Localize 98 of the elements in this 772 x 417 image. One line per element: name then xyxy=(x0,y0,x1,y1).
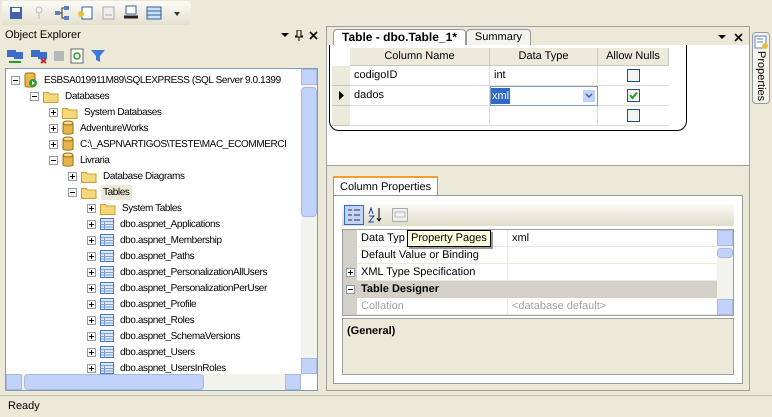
tree-item[interactable]: dbo.aspnet_PersonalizationAllUsers xyxy=(118,264,270,280)
disconnect-icon[interactable] xyxy=(30,48,48,64)
table-cell[interactable] xyxy=(490,106,598,126)
table-icon xyxy=(100,234,114,246)
tree-item[interactable]: dbo.aspnet_Roles xyxy=(118,312,196,328)
table-icon xyxy=(100,266,114,278)
folder-icon xyxy=(100,202,116,214)
server-icon xyxy=(24,72,38,88)
database-icon xyxy=(62,152,74,168)
table-cell[interactable] xyxy=(350,106,490,126)
column-header[interactable]: Data Type xyxy=(490,48,598,66)
row-selector[interactable] xyxy=(332,86,350,106)
current-row-icon xyxy=(338,91,344,100)
tree-item[interactable]: dbo.aspnet_PersonalizationPerUser xyxy=(118,280,269,296)
expand-icon[interactable] xyxy=(87,268,96,276)
table-icon xyxy=(100,250,114,262)
database-icon xyxy=(62,120,74,136)
folder-icon xyxy=(81,170,97,182)
checkbox[interactable] xyxy=(627,69,640,82)
tree-item[interactable]: System Tables xyxy=(120,200,184,216)
expand-icon[interactable] xyxy=(87,332,96,340)
table-icon xyxy=(100,282,114,294)
collapse-icon[interactable] xyxy=(11,76,20,84)
folder-icon xyxy=(62,106,78,118)
folder-icon xyxy=(43,90,59,102)
expand-icon[interactable] xyxy=(87,364,96,372)
expand-icon[interactable] xyxy=(87,252,96,260)
tree-item[interactable]: C:\_ASPN\ARTIGOS\TESTE\MAC_ECOMMERCI xyxy=(78,136,289,152)
tree-item[interactable]: System Databases xyxy=(82,104,164,120)
tree-item[interactable]: ESBSA019911M89\SQLEXPRESS (SQL Server 9.0.1399 xyxy=(42,72,283,88)
table-icon xyxy=(100,218,114,230)
document-tab[interactable]: Table - dbo.Table_1* xyxy=(333,29,466,45)
tree-item[interactable]: AdventureWorks xyxy=(78,120,150,136)
side-tab[interactable]: Properties xyxy=(752,32,770,104)
expand-icon[interactable] xyxy=(87,236,96,244)
property-value[interactable]: xml xyxy=(508,230,530,246)
property-name[interactable]: Data Typ xyxy=(357,230,405,246)
expand-icon[interactable] xyxy=(68,172,77,180)
data-type-dropdown[interactable]: xml xyxy=(490,86,598,106)
connect-icon[interactable] xyxy=(6,48,24,64)
column-header[interactable]: Column Name xyxy=(350,48,490,66)
vertical-scrollbar[interactable] xyxy=(717,230,733,315)
database-icon xyxy=(62,136,74,152)
filter-icon[interactable] xyxy=(90,48,106,64)
description-title: (General) xyxy=(347,325,396,337)
expand-icon[interactable] xyxy=(49,124,58,132)
table-icon xyxy=(100,346,114,358)
tree-item[interactable]: Livraria xyxy=(78,152,112,168)
close-icon[interactable] xyxy=(309,30,318,40)
status-text: Ready xyxy=(8,399,40,414)
tree-item[interactable]: Databases xyxy=(63,88,112,104)
expand-icon[interactable] xyxy=(87,220,96,228)
table-icon xyxy=(100,298,114,310)
horizontal-scrollbar[interactable] xyxy=(6,374,301,390)
dropdown-caret-icon[interactable] xyxy=(281,32,289,38)
expand-icon[interactable] xyxy=(346,268,354,277)
expand-icon[interactable] xyxy=(87,348,96,356)
collapse-icon[interactable] xyxy=(68,188,77,196)
tree-item[interactable]: dbo.aspnet_Membership xyxy=(118,232,224,248)
checkbox[interactable] xyxy=(627,109,640,122)
refresh-icon[interactable] xyxy=(70,48,84,64)
tree-item[interactable]: dbo.aspnet_UsersInRoles xyxy=(118,360,228,374)
categorized-icon[interactable] xyxy=(344,205,364,225)
tree-item[interactable]: dbo.aspnet_Paths xyxy=(118,248,196,264)
close-icon[interactable] xyxy=(734,32,743,42)
table-cell[interactable]: codigoID xyxy=(350,66,490,86)
panel-tab[interactable]: Column Properties xyxy=(333,176,438,195)
sort-alphabetical-icon[interactable] xyxy=(367,206,383,224)
expand-icon[interactable] xyxy=(87,300,96,308)
tree-item[interactable]: Database Diagrams xyxy=(101,168,187,184)
expand-icon[interactable] xyxy=(49,140,58,148)
collapse-icon[interactable] xyxy=(49,156,58,164)
tree-item[interactable]: dbo.aspnet_Applications xyxy=(118,216,222,232)
table-icon xyxy=(100,330,114,342)
panel-title: Object Explorer xyxy=(5,28,81,43)
tree-item[interactable]: dbo.aspnet_Users xyxy=(118,344,197,360)
column-header[interactable]: Allow Nulls xyxy=(598,48,669,66)
expand-icon[interactable] xyxy=(87,284,96,292)
tooltip: Property Pages xyxy=(407,230,491,247)
relationship-icon[interactable] xyxy=(52,3,72,23)
tree-item[interactable]: Tables xyxy=(101,184,132,200)
expand-icon[interactable] xyxy=(87,316,96,324)
table-icon xyxy=(100,314,114,326)
dropdown-caret-icon[interactable] xyxy=(718,34,726,40)
expand-icon[interactable] xyxy=(49,108,58,116)
checkbox[interactable] xyxy=(627,89,640,102)
dropdown-caret-icon xyxy=(583,90,595,102)
pin-icon[interactable] xyxy=(295,30,303,40)
properties-icon xyxy=(754,35,768,49)
folder-icon xyxy=(81,186,97,198)
tree-item[interactable]: dbo.aspnet_SchemaVersions xyxy=(118,328,242,344)
tree-item[interactable]: dbo.aspnet_Profile xyxy=(118,296,198,312)
document-tab[interactable]: Summary xyxy=(466,29,531,45)
collapse-icon[interactable] xyxy=(346,285,354,294)
collapse-icon[interactable] xyxy=(30,92,39,100)
vertical-scrollbar[interactable] xyxy=(301,69,317,374)
expand-icon[interactable] xyxy=(87,204,96,212)
table-icon xyxy=(100,362,114,374)
